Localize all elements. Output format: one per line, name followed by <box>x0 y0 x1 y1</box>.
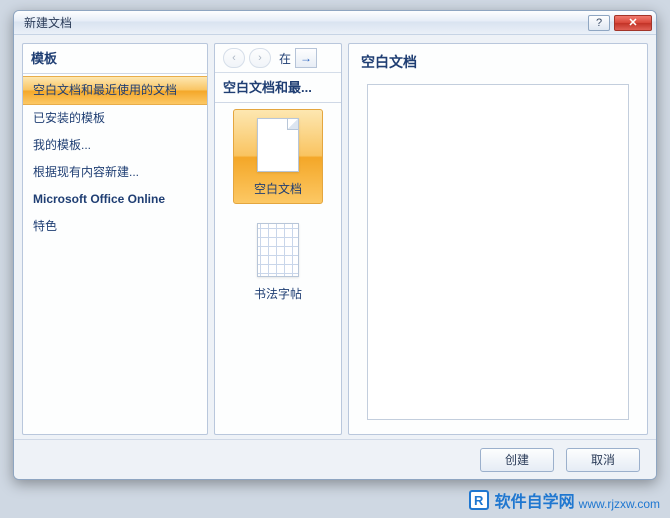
nav-back-button[interactable]: ‹ <box>223 48 245 68</box>
blank-document-icon <box>257 118 299 172</box>
titlebar: 新建文档 ? ✕ <box>14 11 656 35</box>
close-button[interactable]: ✕ <box>614 15 652 31</box>
preview-pane: 空白文档 <box>348 43 648 435</box>
template-label: 空白文档 <box>240 180 316 197</box>
preview-canvas <box>367 84 629 420</box>
sidebar-item-office-online[interactable]: Microsoft Office Online <box>23 186 207 213</box>
sidebar-item-blank-recent[interactable]: 空白文档和最近使用的文档 <box>23 76 207 105</box>
template-blank-document[interactable]: 空白文档 <box>233 109 323 204</box>
watermark-badge-icon: R <box>469 490 489 510</box>
chevron-left-icon: ‹ <box>232 52 236 64</box>
preview-title: 空白文档 <box>349 44 647 80</box>
cancel-button[interactable]: 取消 <box>566 448 640 472</box>
sidebar-item-featured[interactable]: 特色 <box>23 213 207 240</box>
nav-in-label: 在 <box>279 50 291 67</box>
watermark-url: www.rjzxw.com <box>579 497 660 512</box>
sidebar-header: 模板 <box>23 44 207 74</box>
window-buttons: ? ✕ <box>588 15 652 31</box>
dialog-title: 新建文档 <box>24 14 72 31</box>
help-button[interactable]: ? <box>588 15 610 31</box>
gallery-header: 空白文档和最... <box>215 73 341 103</box>
sidebar-item-my-templates[interactable]: 我的模板... <box>23 132 207 159</box>
template-calligraphy[interactable]: 书法字帖 <box>233 214 323 309</box>
nav-go-button[interactable]: → <box>295 48 317 68</box>
sidebar-list: 空白文档和最近使用的文档 已安装的模板 我的模板... 根据现有内容新建... … <box>23 74 207 242</box>
dialog-content: 模板 空白文档和最近使用的文档 已安装的模板 我的模板... 根据现有内容新建.… <box>22 43 648 435</box>
gallery-toolbar: ‹ › 在 → <box>215 44 341 73</box>
sidebar-item-from-existing[interactable]: 根据现有内容新建... <box>23 159 207 186</box>
nav-forward-button[interactable]: › <box>249 48 271 68</box>
new-document-dialog: 新建文档 ? ✕ 模板 空白文档和最近使用的文档 已安装的模板 我的模板... … <box>13 10 657 480</box>
template-gallery: ‹ › 在 → 空白文档和最... 空白文档 书法字帖 <box>214 43 342 435</box>
chevron-right-icon: › <box>258 52 262 64</box>
watermark-brand: 软件自学网 <box>495 488 575 512</box>
calligraphy-icon <box>257 223 299 277</box>
template-label: 书法字帖 <box>240 285 316 302</box>
create-button[interactable]: 创建 <box>480 448 554 472</box>
templates-sidebar: 模板 空白文档和最近使用的文档 已安装的模板 我的模板... 根据现有内容新建.… <box>22 43 208 435</box>
dialog-footer: 创建 取消 <box>14 439 656 479</box>
arrow-right-icon: → <box>300 51 312 65</box>
watermark: R 软件自学网 www.rjzxw.com <box>469 488 660 512</box>
sidebar-item-installed-templates[interactable]: 已安装的模板 <box>23 105 207 132</box>
gallery-items: 空白文档 书法字帖 <box>215 103 341 315</box>
